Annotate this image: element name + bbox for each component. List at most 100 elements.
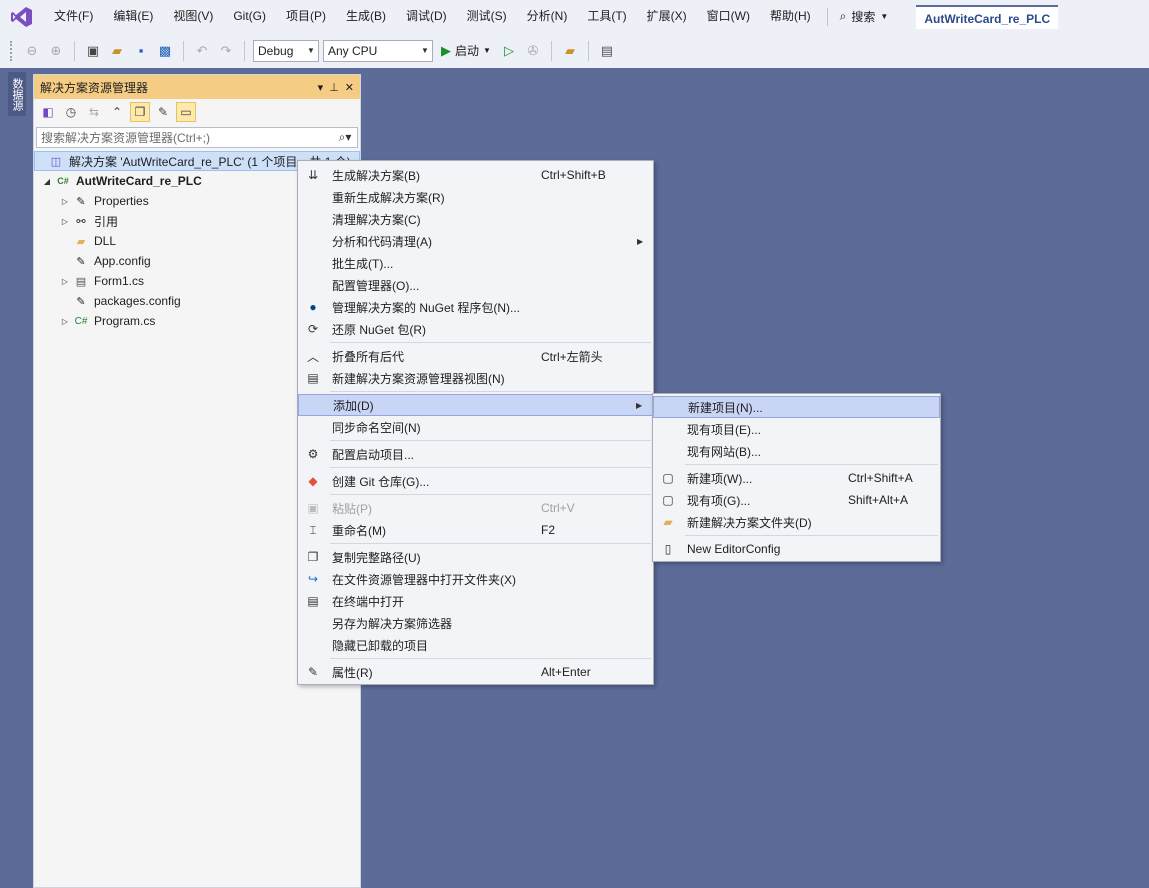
menu-window[interactable]: 窗口(W) xyxy=(697,0,760,33)
menu-separator xyxy=(330,440,651,441)
menu-item-rename[interactable]: ⌶ 重命名(M) F2 xyxy=(298,519,653,541)
search-icon: ⌕ xyxy=(839,9,847,23)
menu-item-new-editorconfig[interactable]: ▯ New EditorConfig xyxy=(653,538,940,560)
menu-item-clean-solution[interactable]: 清理解决方案(C) xyxy=(298,208,653,230)
menu-separator xyxy=(330,658,651,659)
menu-item-new-solution-folder[interactable]: ▰ 新建解决方案文件夹(D) xyxy=(653,511,940,533)
menu-git[interactable]: Git(G) xyxy=(223,0,276,33)
menu-item-label: 复制完整路径(U) xyxy=(332,550,421,565)
menu-separator xyxy=(330,342,651,343)
solution-explorer-search-input[interactable]: 搜索解决方案资源管理器(Ctrl+;) ⌕▾ xyxy=(36,127,358,148)
visual-studio-logo-icon[interactable] xyxy=(0,0,44,33)
menu-build[interactable]: 生成(B) xyxy=(336,0,396,33)
tree-node-label: packages.config xyxy=(94,294,181,308)
menu-item-new-project[interactable]: 新建项目(N)... xyxy=(653,396,940,418)
menu-item-add[interactable]: 添加(D) ▶ xyxy=(298,394,653,416)
preview-selected-items-icon[interactable]: ▭ xyxy=(176,102,196,122)
new-project-icon[interactable]: ▣ xyxy=(83,41,103,61)
form-icon: ▤ xyxy=(75,275,87,288)
pin-icon[interactable]: ⊥ xyxy=(329,81,339,94)
menu-edit[interactable]: 编辑(E) xyxy=(103,0,163,33)
collapsed-arrow-icon[interactable]: ▷ xyxy=(58,217,72,226)
play-icon: ▶ xyxy=(441,42,451,58)
menu-item-paste[interactable]: ▣ 粘贴(P) Ctrl+V xyxy=(298,497,653,519)
menu-item-new-item[interactable]: ▢ 新建项(W)... Ctrl+Shift+A xyxy=(653,467,940,489)
menu-item-existing-item[interactable]: ▢ 现有项(G)... Shift+Alt+A xyxy=(653,489,940,511)
pending-changes-filter-icon[interactable]: ◷ xyxy=(61,102,81,122)
menu-extensions[interactable]: 扩展(X) xyxy=(637,0,697,33)
sync-with-document-icon[interactable]: ⇆ xyxy=(84,102,104,122)
menu-file[interactable]: 文件(F) xyxy=(44,0,103,33)
config-file-icon: ✎ xyxy=(76,255,86,268)
undo-icon[interactable]: ↶ xyxy=(192,41,212,61)
toolbar-grip[interactable] xyxy=(10,40,14,61)
start-debugging-button[interactable]: ▶ 启动 ▼ xyxy=(437,42,495,59)
close-icon[interactable]: ✕ xyxy=(345,81,354,94)
menu-item-rebuild-solution[interactable]: 重新生成解决方案(R) xyxy=(298,186,653,208)
menu-item-manage-nuget[interactable]: ● 管理解决方案的 NuGet 程序包(N)... xyxy=(298,296,653,318)
browse-folder-icon[interactable]: ▰ xyxy=(560,41,580,61)
menu-item-new-explorer-view[interactable]: ▤ 新建解决方案资源管理器视图(N) xyxy=(298,367,653,389)
menu-view[interactable]: 视图(V) xyxy=(163,0,223,33)
navigate-forward-icon[interactable]: ⊕ xyxy=(46,41,66,61)
menu-item-label: 重命名(M) xyxy=(332,523,386,538)
menu-item-label: 属性(R) xyxy=(332,665,373,680)
menu-item-configure-startup[interactable]: ⚙ 配置启动项目... xyxy=(298,443,653,465)
open-file-icon[interactable]: ▰ xyxy=(107,41,127,61)
menu-item-label: 管理解决方案的 NuGet 程序包(N)... xyxy=(332,300,521,315)
menu-test[interactable]: 测试(S) xyxy=(457,0,517,33)
redo-icon[interactable]: ↷ xyxy=(216,41,236,61)
menu-item-save-as-filter[interactable]: 另存为解决方案筛选器 xyxy=(298,612,653,634)
save-icon[interactable]: ▪ xyxy=(131,41,151,61)
menu-item-label: 添加(D) xyxy=(333,398,374,413)
menu-item-label: 重新生成解决方案(R) xyxy=(332,190,445,205)
solution-platform-select[interactable]: Any CPU ▼ xyxy=(323,39,433,62)
restore-icon: ⟳ xyxy=(307,322,319,336)
menu-item-existing-project[interactable]: 现有项目(E)... xyxy=(653,418,940,440)
toolbar-separator xyxy=(587,40,589,61)
collapsed-arrow-icon[interactable]: ▷ xyxy=(58,277,72,286)
menu-tools[interactable]: 工具(T) xyxy=(577,0,636,33)
folder-icon: ▰ xyxy=(76,235,86,248)
show-all-files-icon[interactable]: ❐ xyxy=(130,102,150,122)
save-all-icon[interactable]: ▩ xyxy=(155,41,175,61)
expanded-arrow-icon[interactable]: ◢ xyxy=(40,177,54,186)
menu-item-collapse-descendants[interactable]: ︿ 折叠所有后代 Ctrl+左箭头 xyxy=(298,345,653,367)
menu-item-copy-full-path[interactable]: ❐ 复制完整路径(U) xyxy=(298,546,653,568)
menu-item-open-in-explorer[interactable]: ↪ 在文件资源管理器中打开文件夹(X) xyxy=(298,568,653,590)
menu-analyze[interactable]: 分析(N) xyxy=(517,0,578,33)
menu-help[interactable]: 帮助(H) xyxy=(760,0,821,33)
menu-item-properties[interactable]: ✎ 属性(R) Alt+Enter xyxy=(298,661,653,683)
menu-item-existing-website[interactable]: 现有网站(B)... xyxy=(653,440,940,462)
collapsed-arrow-icon[interactable]: ▷ xyxy=(58,317,72,326)
collapse-all-icon[interactable]: ⌃ xyxy=(107,102,127,122)
properties-wrench-icon[interactable]: ✎ xyxy=(153,102,173,122)
menu-debug[interactable]: 调试(D) xyxy=(396,0,457,33)
menu-item-analyze-code-cleanup[interactable]: 分析和代码清理(A) ▶ xyxy=(298,230,653,252)
collapsed-arrow-icon[interactable]: ▷ xyxy=(58,197,72,206)
submenu-arrow-icon: ▶ xyxy=(636,400,643,410)
menu-item-build-solution[interactable]: ⇊ 生成解决方案(B) Ctrl+Shift+B xyxy=(298,164,653,186)
menu-item-batch-build[interactable]: 批生成(T)... xyxy=(298,252,653,274)
search-button[interactable]: ⌕ 搜索 ▼ xyxy=(834,0,901,33)
menu-project[interactable]: 项目(P) xyxy=(276,0,336,33)
layout-icon[interactable]: ▤ xyxy=(597,41,617,61)
menu-item-create-git-repo[interactable]: ◆ 创建 Git 仓库(G)... xyxy=(298,470,653,492)
menu-item-restore-nuget[interactable]: ⟳ 还原 NuGet 包(R) xyxy=(298,318,653,340)
window-position-icon[interactable]: ▾ xyxy=(318,81,324,94)
chevron-down-icon: ▼ xyxy=(307,46,315,55)
solution-configuration-select[interactable]: Debug ▼ xyxy=(253,39,319,62)
menu-item-sync-namespaces[interactable]: 同步命名空间(N) xyxy=(298,416,653,438)
side-tab-data-sources[interactable]: 数据源 xyxy=(8,72,26,116)
menu-separator xyxy=(330,494,651,495)
hot-reload-icon[interactable]: ✇ xyxy=(523,41,543,61)
menu-item-open-in-terminal[interactable]: ▤ 在终端中打开 xyxy=(298,590,653,612)
start-without-debugging-icon[interactable]: ▷ xyxy=(499,41,519,61)
menu-item-configuration-manager[interactable]: 配置管理器(O)... xyxy=(298,274,653,296)
menu-item-hide-unloaded[interactable]: 隐藏已卸载的项目 xyxy=(298,634,653,656)
menu-item-label: 配置启动项目... xyxy=(332,447,415,462)
navigate-back-icon[interactable]: ⊖ xyxy=(22,41,42,61)
switch-views-icon[interactable]: ◧ xyxy=(38,102,58,122)
menu-item-label: 现有网站(B)... xyxy=(687,444,761,459)
search-icon[interactable]: ⌕▾ xyxy=(333,130,357,145)
